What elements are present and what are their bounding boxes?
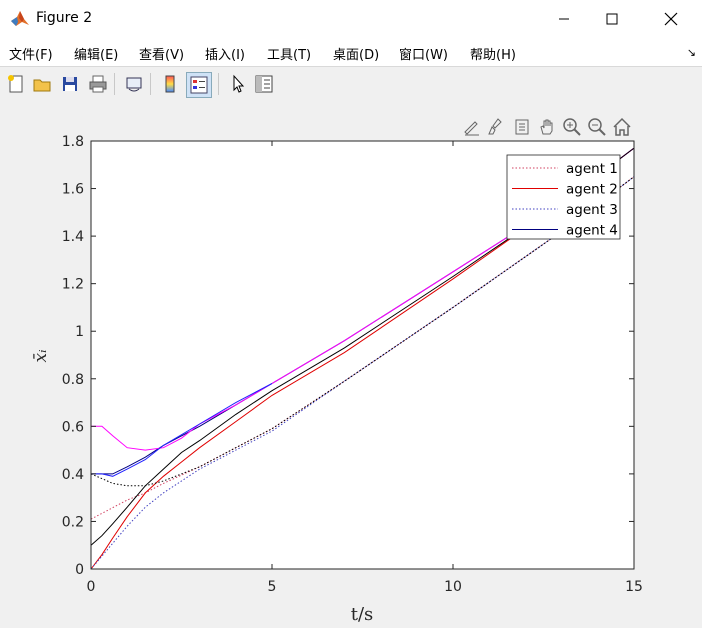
figure-toolbar (0, 66, 702, 102)
toolbar-separator (114, 73, 115, 95)
link-plot-icon[interactable] (122, 72, 146, 96)
home-icon[interactable] (611, 116, 633, 138)
menu-edit[interactable]: 编辑(E) (74, 44, 118, 63)
pointer-icon[interactable] (226, 72, 250, 96)
menu-help[interactable]: 帮助(H) (470, 44, 516, 63)
maximize-icon[interactable] (589, 0, 635, 38)
menu-bar: 文件(F) 编辑(E) 查看(V) 插入(I) 工具(T) 桌面(D) 窗口(W… (0, 38, 702, 66)
menu-window[interactable]: 窗口(W) (399, 44, 448, 63)
pan-icon[interactable] (536, 116, 558, 138)
menu-file[interactable]: 文件(F) (9, 44, 53, 63)
close-icon[interactable] (648, 0, 694, 38)
legend-icon[interactable] (186, 72, 212, 98)
data-tips-icon[interactable] (511, 116, 533, 138)
figure-canvas-area (0, 101, 702, 628)
menu-desktop[interactable]: 桌面(D) (333, 44, 379, 63)
new-figure-icon[interactable] (4, 72, 28, 96)
toolbar-separator (218, 73, 219, 95)
property-inspector-icon[interactable] (252, 72, 276, 96)
zoom-out-icon[interactable] (586, 116, 608, 138)
window-title: Figure 2 (36, 10, 93, 26)
colorbar-icon[interactable] (158, 72, 182, 96)
menu-insert[interactable]: 插入(I) (205, 44, 245, 63)
print-icon[interactable] (86, 72, 110, 96)
dock-arrow-icon[interactable]: ↘ (687, 46, 696, 59)
brush-icon[interactable] (486, 116, 508, 138)
toolbar-separator (150, 73, 151, 95)
title-bar: Figure 2 (0, 0, 702, 39)
edit-plot-icon[interactable] (461, 116, 483, 138)
menu-tools[interactable]: 工具(T) (267, 44, 311, 63)
open-file-icon[interactable] (30, 72, 54, 96)
zoom-in-icon[interactable] (561, 116, 583, 138)
minimize-icon[interactable] (541, 0, 587, 38)
menu-view[interactable]: 查看(V) (139, 44, 184, 63)
matlab-icon (10, 9, 30, 29)
save-icon[interactable] (58, 72, 82, 96)
